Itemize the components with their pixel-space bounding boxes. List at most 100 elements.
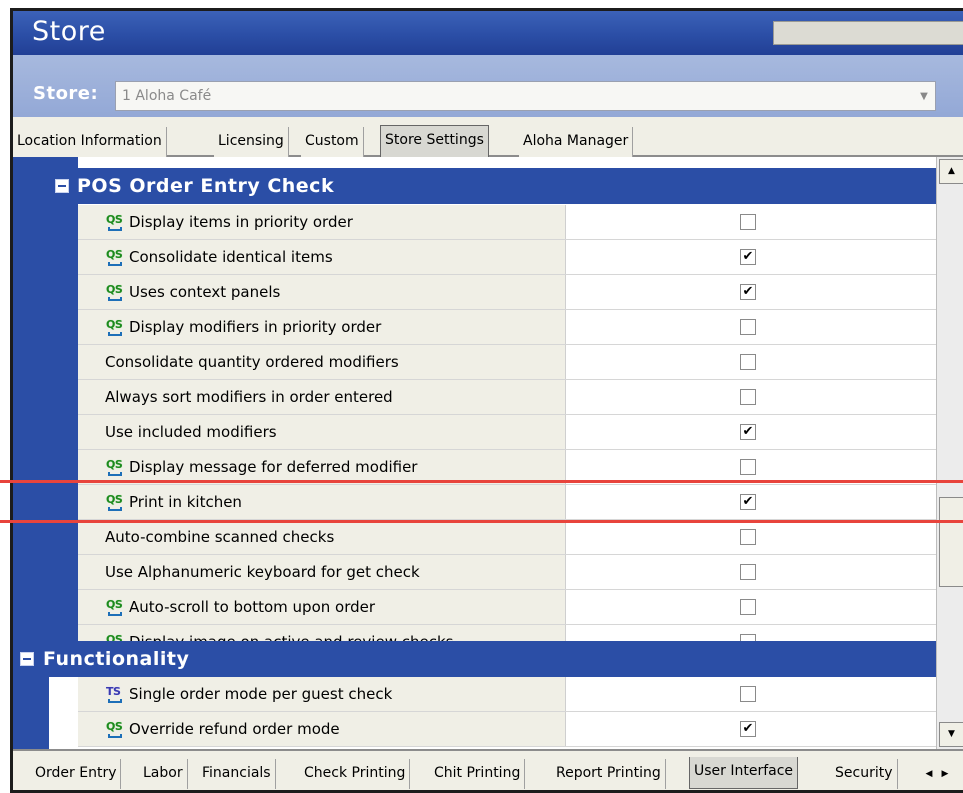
setting-row[interactable]: Consolidate quantity ordered modifiers <box>78 345 936 380</box>
setting-value-cell <box>566 310 936 344</box>
setting-label-cell: QS Uses context panels <box>78 275 566 309</box>
tab-financials[interactable]: Financials <box>198 759 276 789</box>
setting-value-cell <box>566 380 936 414</box>
setting-label: Use Alphanumeric keyboard for get check <box>105 563 420 581</box>
setting-label: Display modifiers in priority order <box>129 318 382 336</box>
setting-row[interactable]: QS Override refund order mode ✔ <box>78 712 936 747</box>
setting-row[interactable]: TS Single order mode per guest check <box>78 677 936 712</box>
tab-security[interactable]: Security <box>831 759 898 789</box>
setting-checkbox[interactable] <box>740 214 756 230</box>
setting-checkbox[interactable]: ✔ <box>740 284 756 300</box>
scroll-up-icon[interactable]: ▲ <box>939 159 963 184</box>
setting-row[interactable]: Use included modifiers ✔ <box>78 415 936 450</box>
icon-glyph: QS <box>106 720 123 733</box>
setting-label: Auto-scroll to bottom upon order <box>129 598 376 616</box>
setting-row[interactable]: QS Display items in priority order <box>78 205 936 240</box>
setting-value-cell: ✔ <box>566 415 936 449</box>
group-header-pos-order-entry-check[interactable]: POS Order Entry Check <box>49 168 936 204</box>
setting-row[interactable]: Use Alphanumeric keyboard for get check <box>78 555 936 590</box>
setting-row[interactable]: QS Uses context panels ✔ <box>78 275 936 310</box>
setting-label-cell: QS Display modifiers in priority order <box>78 310 566 344</box>
tab-next-icon[interactable]: ▶ <box>938 765 952 783</box>
setting-label-cell: QS Print in kitchen <box>78 485 566 519</box>
setting-value-cell <box>566 345 936 379</box>
scroll-thumb[interactable] <box>939 497 963 587</box>
setting-row[interactable]: QS Print in kitchen ✔ <box>78 485 936 520</box>
setting-label: Consolidate identical items <box>129 248 333 266</box>
setting-checkbox[interactable] <box>740 354 756 370</box>
icon-glyph: QS <box>106 458 123 471</box>
store-dropdown-value: 1 Aloha Café <box>122 88 212 104</box>
icon-stand <box>108 262 122 266</box>
setting-row[interactable]: QS Consolidate identical items ✔ <box>78 240 936 275</box>
setting-label: Print in kitchen <box>129 493 242 511</box>
icon-stand <box>108 297 122 301</box>
qs-icon: QS <box>105 493 127 511</box>
setting-checkbox[interactable]: ✔ <box>740 494 756 510</box>
icon-stand <box>108 472 122 476</box>
setting-checkbox[interactable] <box>740 529 756 545</box>
setting-row[interactable]: QS Display modifiers in priority order <box>78 310 936 345</box>
settings-grid: POS Order Entry Check QS Display items in… <box>13 157 936 749</box>
setting-row[interactable]: QS Auto-scroll to bottom upon order <box>78 590 936 625</box>
group-title: POS Order Entry Check <box>77 175 335 197</box>
window-title: Store <box>32 16 106 47</box>
tab-user-interface[interactable]: User Interface <box>689 757 799 789</box>
tab-prev-icon[interactable]: ◀ <box>922 765 936 783</box>
store-window: Store Store: 1 Aloha Café ▼ Location Inf… <box>10 8 963 793</box>
setting-label-cell: Auto-combine scanned checks <box>78 520 566 554</box>
tab-labor[interactable]: Labor <box>139 759 188 789</box>
collapse-icon[interactable] <box>20 652 34 666</box>
tab-order-entry[interactable]: Order Entry <box>31 759 122 789</box>
setting-label-cell: QS Consolidate identical items <box>78 240 566 274</box>
setting-value-cell <box>566 205 936 239</box>
tab-licensing[interactable]: Licensing <box>214 127 289 157</box>
setting-label-cell: Use Alphanumeric keyboard for get check <box>78 555 566 589</box>
group-header-functionality[interactable]: Functionality <box>13 641 936 677</box>
vertical-scrollbar[interactable]: ▲ ▼ <box>936 157 963 749</box>
tab-location-information[interactable]: Location Information <box>13 127 167 157</box>
setting-checkbox[interactable] <box>740 389 756 405</box>
group-indent-bar <box>49 157 78 641</box>
setting-row[interactable]: Always sort modifiers in order entered <box>78 380 936 415</box>
tab-report-printing[interactable]: Report Printing <box>552 759 666 789</box>
qs-icon: QS <box>105 720 127 738</box>
setting-checkbox[interactable] <box>740 459 756 475</box>
setting-row[interactable]: Auto-combine scanned checks <box>78 520 936 555</box>
chevron-down-icon[interactable]: ▼ <box>913 91 935 102</box>
scroll-down-icon[interactable]: ▼ <box>939 722 963 747</box>
qs-icon: QS <box>105 283 127 301</box>
top-tab-strip: Location Information Licensing Custom St… <box>13 117 963 157</box>
tab-aloha-manager[interactable]: Aloha Manager <box>519 127 634 157</box>
setting-checkbox[interactable] <box>740 686 756 702</box>
icon-stand <box>108 507 122 511</box>
setting-checkbox[interactable] <box>740 564 756 580</box>
icon-stand <box>108 612 122 616</box>
icon-glyph: QS <box>106 318 123 331</box>
setting-checkbox[interactable]: ✔ <box>740 721 756 737</box>
setting-checkbox[interactable]: ✔ <box>740 424 756 440</box>
collapse-icon[interactable] <box>55 179 69 193</box>
setting-label: Override refund order mode <box>129 720 340 738</box>
tab-chit-printing[interactable]: Chit Printing <box>430 759 526 789</box>
setting-checkbox[interactable]: ✔ <box>740 249 756 265</box>
setting-label-cell: QS Override refund order mode <box>78 712 566 746</box>
store-selector-bar: Store: 1 Aloha Café ▼ <box>13 55 963 117</box>
icon-stand <box>108 734 122 738</box>
setting-checkbox[interactable] <box>740 319 756 335</box>
tab-check-printing[interactable]: Check Printing <box>300 759 411 789</box>
tab-store-settings[interactable]: Store Settings <box>380 125 489 157</box>
setting-checkbox[interactable] <box>740 599 756 615</box>
store-dropdown[interactable]: 1 Aloha Café ▼ <box>115 81 936 111</box>
tab-custom[interactable]: Custom <box>301 127 364 157</box>
setting-label-cell: Always sort modifiers in order entered <box>78 380 566 414</box>
highlight-line-bottom <box>0 520 963 523</box>
icon-glyph: QS <box>106 248 123 261</box>
setting-value-cell <box>566 555 936 589</box>
icon-stand <box>108 227 122 231</box>
store-label: Store: <box>33 83 99 104</box>
setting-value-cell <box>566 677 936 711</box>
bottom-tab-strip: Order Entry Labor Financials Check Print… <box>13 749 963 790</box>
setting-value-cell: ✔ <box>566 485 936 519</box>
setting-value-cell <box>566 520 936 554</box>
